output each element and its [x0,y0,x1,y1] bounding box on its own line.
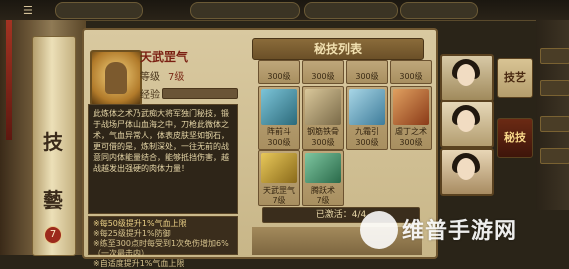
skill-cell[interactable]: 阵前斗 300级 [258,86,300,150]
bonus-line: ※练至300点时每受到1次免伤增加6%（一次最击内） [93,239,229,258]
skill-cell-selected[interactable]: 天武罡气 7级 [258,150,300,206]
currency-slot-1[interactable] [55,2,143,19]
scroll-title: 技藝 [43,130,63,212]
watermark-logo-icon [360,211,398,249]
skill-name: 天武罡气 [140,50,189,64]
currency-slot-2[interactable] [190,2,300,19]
skill-cell[interactable]: 300级 [346,60,388,84]
skill-description: 此炼体之术乃武痴大将军独门秘技，锻于战场尸体山血海之中，刀枪此微体之术，气血异常… [88,104,238,214]
activated-count: 已激活：4/4 [262,207,420,223]
side-button[interactable] [540,80,569,96]
skill-cell[interactable]: 虐丁之术 300级 [390,86,432,150]
bonus-line: ※每50级提升1%气血上限 [93,219,187,228]
scroll-tassel [6,20,12,140]
side-button[interactable] [540,48,569,64]
skill-cell[interactable]: 腾跃术 7级 [302,150,344,206]
skill-icon [261,89,297,125]
skill-exp-label: 经验 [140,90,160,101]
top-status-bar: ☰ [0,0,569,21]
scroll-badge[interactable]: 7 [44,226,62,244]
currency-slot-3[interactable] [304,2,398,19]
skill-bonus-list: ※每50级提升1%气血上限 ※每25级提升1%防御 ※练至300点时每受到1次免… [88,216,238,268]
exp-bar [162,88,238,99]
skill-portrait [90,50,142,106]
tab-skill-art[interactable]: 技艺 [497,58,533,98]
menu-icon[interactable]: ☰ [23,4,33,17]
side-button[interactable] [540,148,569,164]
skill-list-header: 秘技列表 [252,38,424,60]
skill-icon [305,153,341,183]
character-portrait[interactable] [440,100,494,148]
skill-cell[interactable]: 九霜引 300级 [346,86,388,150]
skill-icon [349,89,385,125]
bonus-line: ※每25级提升1%防御 [93,229,171,238]
watermark: 维普手游网 [360,211,517,251]
side-button[interactable] [540,116,569,132]
skill-cell[interactable]: 钢筋铁骨 300级 [302,86,344,150]
tab-secret-skill[interactable]: 秘技 [497,118,533,158]
currency-slot-4[interactable] [400,2,478,19]
skill-level: 等级 7级 [140,72,185,83]
skill-icon [261,153,297,183]
character-portrait[interactable] [440,148,494,196]
skill-cell[interactable]: 300级 [302,60,344,84]
character-portrait[interactable] [440,54,494,102]
skill-cell[interactable]: 300级 [258,60,300,84]
bonus-line: ※自适度提升1%气血上限 [93,259,185,268]
skill-icon [393,89,429,125]
skill-icon [305,89,341,125]
skill-cell[interactable]: 300级 [390,60,432,84]
